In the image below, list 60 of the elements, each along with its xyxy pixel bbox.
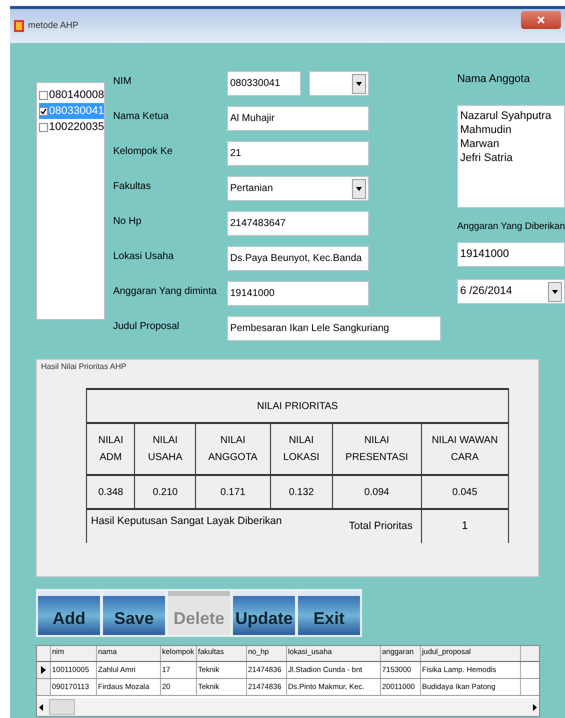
- nim-field[interactable]: 080330041: [227, 71, 302, 96]
- budget-label: Anggaran Yang Diberikan: [457, 220, 565, 234]
- input-field[interactable]: 2147483647: [227, 211, 370, 236]
- budget-field[interactable]: 19141000: [457, 242, 565, 267]
- checkbox[interactable]: [39, 90, 48, 100]
- member-name: Mahmudin: [460, 123, 512, 137]
- close-icon: [537, 16, 545, 24]
- table-header: NILAI ANGGOTA: [195, 423, 270, 475]
- scroll-left-icon[interactable]: [39, 704, 43, 710]
- members-label: Nama Anggota: [457, 72, 531, 87]
- field-label: No Hp: [113, 215, 142, 229]
- total-value: 1: [421, 509, 508, 543]
- scrollbar-thumb[interactable]: [49, 699, 75, 715]
- field-label: Nama Ketua: [113, 110, 170, 124]
- input-field[interactable]: Al Muhajir: [227, 106, 370, 131]
- members-textarea[interactable]: Nazarul Syahputra Mahmudin Marwan Jefri Satria: [457, 105, 565, 208]
- table-cell: 0.348: [86, 475, 135, 509]
- input-field[interactable]: Pembesaran Ikan Lele Sangkuriang: [227, 316, 442, 341]
- field-label: Anggaran Yang diminta: [113, 285, 218, 299]
- list-item[interactable]: 100220035: [39, 119, 104, 135]
- list-item[interactable]: 080140008: [39, 87, 104, 103]
- table-header: NILAI ADM: [86, 423, 135, 475]
- member-name: Jefri Satria: [460, 151, 514, 165]
- table-title: NILAI PRIORITAS: [86, 389, 508, 423]
- table-cell: 0.045: [421, 475, 508, 509]
- member-name: Nazarul Syahputra: [460, 109, 552, 123]
- close-button[interactable]: [521, 11, 561, 29]
- row-indicator[interactable]: [37, 662, 51, 678]
- table-cell: 0.132: [270, 475, 332, 509]
- table-cell: 0.171: [195, 475, 270, 509]
- input-field[interactable]: Ds.Paya Beunyot, Kec.Banda: [227, 246, 370, 271]
- action-button[interactable]: Exit: [298, 591, 360, 635]
- table-cell: 0.210: [134, 475, 196, 509]
- action-button[interactable]: Update: [233, 591, 295, 635]
- total-label: Total Prioritas: [332, 509, 422, 543]
- field-label: Fakultas: [113, 180, 152, 194]
- checkbox[interactable]: [39, 122, 48, 132]
- table-header: NILAI WAWAN CARA: [421, 423, 508, 475]
- current-row-icon: [41, 666, 46, 674]
- input-field[interactable]: 19141000: [227, 281, 370, 306]
- date-picker[interactable]: 6 /26/2014: [457, 279, 565, 304]
- action-button[interactable]: Add: [38, 591, 100, 635]
- scroll-right-icon[interactable]: [533, 704, 537, 710]
- table-header: NILAI LOKASI: [270, 423, 332, 475]
- action-button[interactable]: Save: [103, 591, 165, 635]
- horizontal-scrollbar[interactable]: [37, 698, 539, 716]
- table-header: NILAI PRESENTASI: [332, 423, 422, 475]
- field-label: NIM: [113, 75, 132, 89]
- field-label: Kelompok Ke: [113, 145, 174, 159]
- table-header: NILAI USAHA: [134, 423, 196, 475]
- field-label: Judul Proposal: [113, 320, 180, 334]
- decision-text: Hasil Keputusan Sangat Layak Diberikan: [86, 509, 332, 543]
- window-title: metode AHP: [28, 19, 79, 32]
- dropdown-field[interactable]: Pertanian: [227, 176, 370, 201]
- app-icon: [14, 20, 24, 32]
- checkbox[interactable]: [39, 106, 48, 116]
- table-cell: 0.094: [332, 475, 422, 509]
- input-field[interactable]: 21: [227, 141, 370, 166]
- field-label: Lokasi Usaha: [113, 250, 175, 264]
- member-name: Marwan: [460, 137, 500, 151]
